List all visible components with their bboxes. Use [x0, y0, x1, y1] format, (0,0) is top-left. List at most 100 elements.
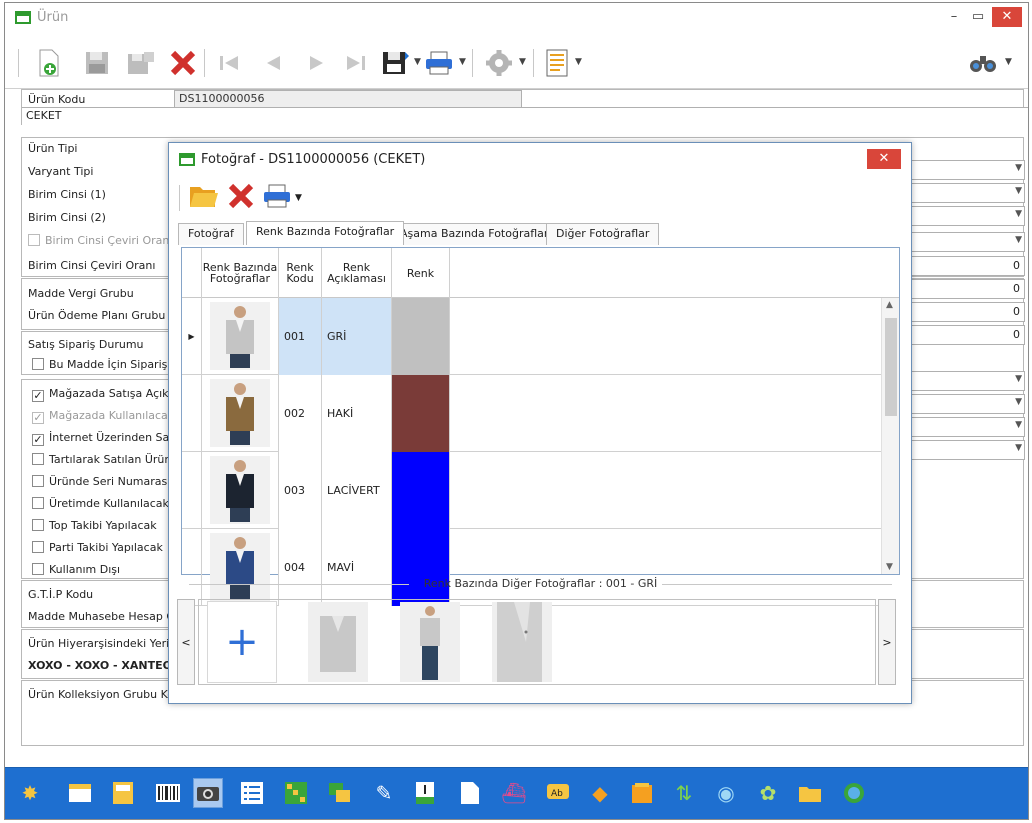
first-record-icon[interactable] [213, 47, 245, 79]
combo-6[interactable]: ▼ [908, 394, 1025, 414]
col-color-code-header[interactable]: Renk Kodu [279, 248, 322, 298]
layers-icon[interactable] [325, 778, 355, 808]
combo-8[interactable]: ▼ [908, 440, 1025, 460]
import-icon[interactable] [411, 778, 441, 808]
binoculars-icon[interactable] [967, 47, 999, 79]
transfer-icon[interactable]: ⇅ [669, 778, 699, 808]
row-color-swatch[interactable] [392, 375, 450, 452]
card-icon[interactable] [65, 778, 95, 808]
notes-icon[interactable] [541, 47, 573, 79]
ship-icon[interactable]: ⛴ [499, 778, 529, 808]
label-icon[interactable]: ◆ [585, 778, 615, 808]
barcode-icon[interactable] [153, 778, 183, 808]
store-use-checkbox[interactable]: ✓ Mağazada Kullanılacak [32, 409, 174, 424]
row-color-code[interactable]: 003 [279, 452, 322, 529]
table-row[interactable]: 002 HAKİ [182, 375, 881, 452]
delete-icon[interactable] [167, 47, 199, 79]
conv-ratio-var-checkbox[interactable]: Birim Cinsi Çeviri Oranı De [28, 234, 191, 247]
table-row[interactable]: ▶ 001 GRİ [182, 298, 881, 375]
row-color-desc[interactable]: LACİVERT [322, 452, 392, 529]
grid-icon[interactable] [281, 778, 311, 808]
internet-sales-checkbox[interactable]: ✓ İnternet Üzerinden Satış [32, 431, 182, 446]
camera-icon[interactable] [193, 778, 223, 808]
dialog-print-dropdown-arrow[interactable]: ▼ [295, 193, 302, 203]
unit2-combo[interactable]: ▼ [908, 232, 1025, 252]
scroll-up-arrow[interactable]: ▲ [886, 300, 893, 310]
flower-icon[interactable]: ✿ [753, 778, 783, 808]
col-photos-header[interactable]: Renk Bazında Fotoğraflar [202, 248, 279, 298]
tab-color-based-photos[interactable]: Renk Bazında Fotoğraflar [246, 221, 405, 245]
save-as-icon[interactable] [380, 47, 412, 79]
open-folder-icon[interactable] [189, 181, 219, 212]
row-color-swatch[interactable] [392, 298, 450, 375]
product-type-combo[interactable]: ▼ [908, 160, 1025, 180]
maximize-button[interactable]: ▭ [968, 7, 988, 27]
row-photo-cell[interactable] [202, 452, 279, 529]
minimize-button[interactable]: – [944, 7, 964, 27]
notes-dropdown-arrow[interactable]: ▼ [575, 57, 582, 67]
number-field-3[interactable]: 0 [908, 302, 1025, 322]
number-field-2[interactable]: 0 [908, 279, 1025, 299]
add-photo-button[interactable]: + [207, 601, 277, 683]
weighed-checkbox[interactable]: Tartılarak Satılan Ürün [32, 453, 171, 466]
combo-7[interactable]: ▼ [908, 417, 1025, 437]
order-for-item-checkbox[interactable]: Bu Madde İçin Sipariş Ve [32, 358, 184, 371]
col-color-desc-header[interactable]: Renk Açıklaması [322, 248, 392, 298]
gallery-photo[interactable] [395, 601, 465, 683]
row-photo-cell[interactable] [202, 298, 279, 375]
gallery-prev-button[interactable]: < [177, 599, 195, 685]
scroll-down-arrow[interactable]: ▼ [886, 562, 893, 572]
unit1-combo[interactable]: ▼ [908, 206, 1025, 226]
tab-photo[interactable]: Fotoğraf [178, 223, 244, 245]
sync-icon[interactable]: ◉ [711, 778, 741, 808]
row-color-code[interactable]: 002 [279, 375, 322, 452]
store-open-checkbox[interactable]: ✓ Mağazada Satışa Açık [32, 387, 169, 402]
number-field-4[interactable]: 0 [908, 325, 1025, 345]
col-color-header[interactable]: Renk [392, 248, 450, 298]
save-close-icon[interactable] [125, 47, 157, 79]
serial-checkbox[interactable]: Üründe Seri Numarası Ta [32, 475, 185, 488]
gallery-photo[interactable] [487, 601, 557, 683]
table-row[interactable]: 003 LACİVERT [182, 452, 881, 529]
search-dropdown-arrow[interactable]: ▼ [1005, 57, 1012, 67]
product-description-field[interactable]: CEKET [22, 107, 1028, 125]
list-icon[interactable] [237, 778, 267, 808]
product-code-field[interactable]: DS1100000056 [174, 90, 522, 108]
ab-icon[interactable]: Ab [543, 778, 573, 808]
folder-icon[interactable] [795, 778, 825, 808]
settings-icon[interactable] [483, 47, 515, 79]
row-color-code[interactable]: 001 [279, 298, 322, 375]
tab-stage-based-photos[interactable]: Aşama Bazında Fotoğraflar [390, 223, 559, 245]
print-icon[interactable] [423, 47, 455, 79]
gallery-photo[interactable] [303, 601, 373, 683]
next-record-icon[interactable] [301, 47, 333, 79]
page-icon[interactable] [455, 778, 485, 808]
batch-track-checkbox[interactable]: Parti Takibi Yapılacak [32, 541, 163, 554]
save-as-dropdown-arrow[interactable]: ▼ [414, 57, 421, 67]
settings-dropdown-arrow[interactable]: ▼ [519, 57, 526, 67]
row-color-desc[interactable]: HAKİ [322, 375, 392, 452]
gallery-next-button[interactable]: > [878, 599, 896, 685]
scroll-thumb[interactable] [885, 318, 897, 416]
dialog-delete-icon[interactable] [228, 183, 254, 212]
previous-record-icon[interactable] [257, 47, 289, 79]
row-color-desc[interactable]: GRİ [322, 298, 392, 375]
print-dropdown-arrow[interactable]: ▼ [459, 57, 466, 67]
row-photo-cell[interactable] [202, 375, 279, 452]
close-button[interactable]: ✕ [992, 7, 1022, 27]
tab-other-photos[interactable]: Diğer Fotoğraflar [546, 223, 660, 245]
conv-ratio-field[interactable]: 0 [908, 256, 1025, 276]
out-of-use-checkbox[interactable]: Kullanım Dışı [32, 563, 120, 576]
row-color-swatch[interactable] [392, 452, 450, 529]
document-icon[interactable] [108, 778, 138, 808]
production-checkbox[interactable]: Üretimde Kullanılacak [32, 497, 169, 510]
dialog-close-button[interactable]: ✕ [867, 149, 901, 169]
stack-icon[interactable] [627, 778, 657, 808]
tag-icon[interactable]: ✎ [369, 778, 399, 808]
last-record-icon[interactable] [340, 47, 372, 79]
roll-track-checkbox[interactable]: Top Takibi Yapılacak [32, 519, 157, 532]
variant-type-combo[interactable]: ▼ [908, 183, 1025, 203]
combo-5[interactable]: ▼ [908, 371, 1025, 391]
new-record-icon[interactable] [33, 47, 65, 79]
globe-icon[interactable] [839, 778, 869, 808]
